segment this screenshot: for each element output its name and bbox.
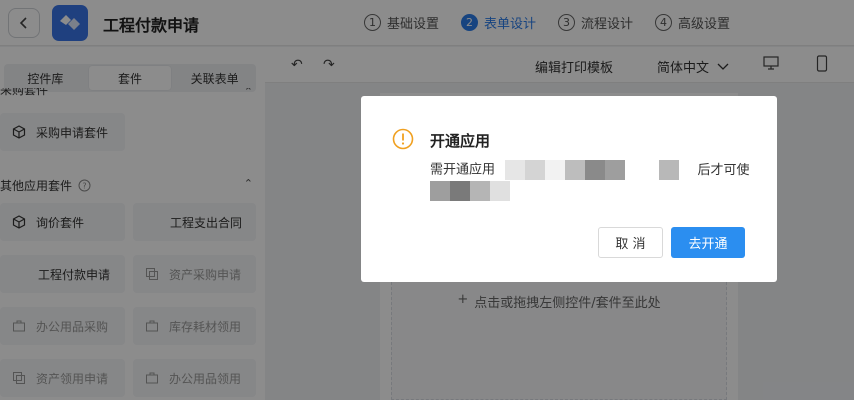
cancel-button[interactable]: 取 消 bbox=[598, 227, 663, 258]
message-prefix: 需开通应用 bbox=[430, 162, 496, 178]
redacted-app-name-line2 bbox=[430, 180, 510, 201]
dialog-message: 需开通应用 后才可使 bbox=[430, 160, 750, 201]
redacted-app-name bbox=[505, 160, 646, 180]
activate-app-dialog: 开通应用 需开通应用 后才可使 取 消 去开通 bbox=[361, 96, 777, 282]
message-suffix: 后才可使 bbox=[697, 162, 750, 178]
activate-button[interactable]: 去开通 bbox=[671, 227, 745, 258]
redacted-block bbox=[659, 160, 680, 180]
dialog-title: 开通应用 bbox=[430, 132, 491, 150]
warning-icon bbox=[392, 128, 414, 150]
